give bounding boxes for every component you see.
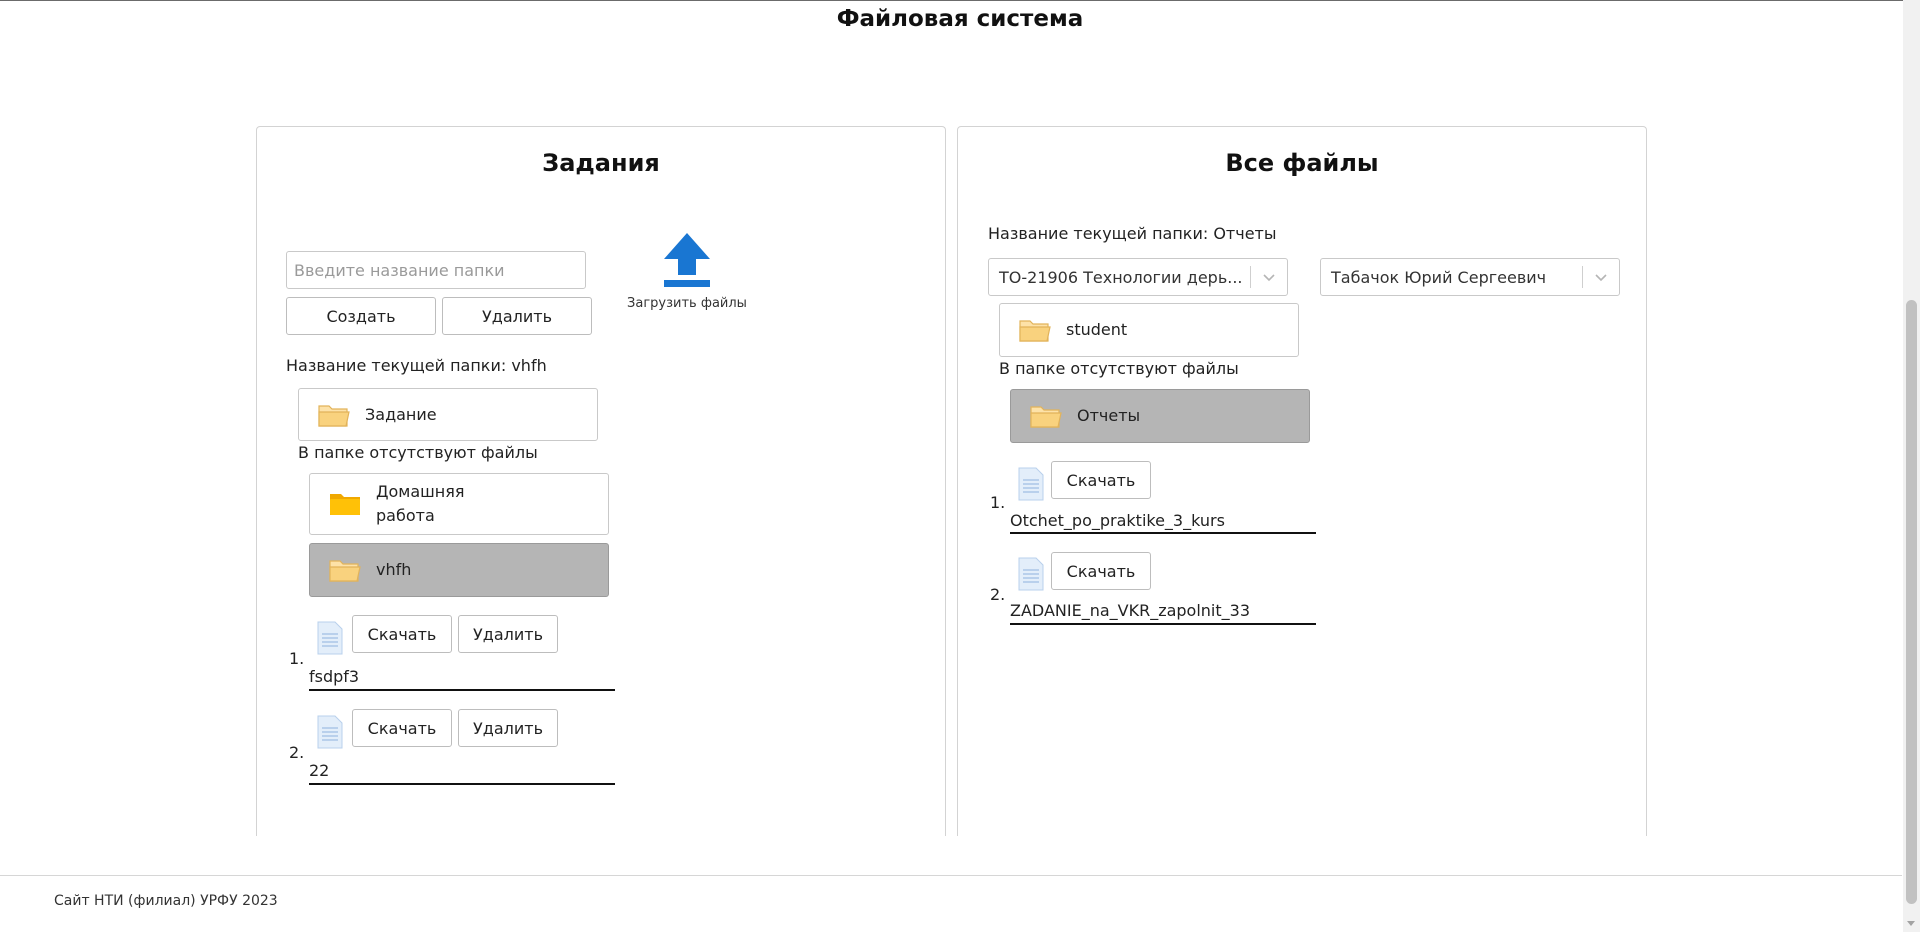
file-name: Otchet_po_praktike_3_kurs bbox=[1010, 511, 1225, 530]
teacher-select-value: Табачок Юрий Сергеевич bbox=[1331, 267, 1547, 287]
document-icon bbox=[1018, 467, 1044, 501]
chevron-down-icon bbox=[1583, 273, 1619, 282]
delete-folder-button[interactable]: Удалить bbox=[442, 297, 592, 335]
footer-divider bbox=[0, 875, 1902, 876]
file-number: 2. bbox=[289, 743, 305, 762]
document-icon bbox=[317, 715, 343, 749]
file-underline bbox=[309, 689, 615, 691]
file-number: 1. bbox=[990, 493, 1006, 512]
delete-file-button[interactable]: Удалить bbox=[458, 615, 558, 653]
top-border bbox=[0, 0, 1920, 1]
folder-outline-icon bbox=[1019, 320, 1051, 342]
current-folder-label: Название текущей папки: Отчеты bbox=[988, 224, 1277, 243]
file-underline bbox=[1010, 623, 1316, 625]
file-name: ZADANIE_na_VKR_zapolnit_33 bbox=[1010, 601, 1250, 620]
download-button[interactable]: Скачать bbox=[1051, 552, 1151, 590]
current-folder-label: Название текущей папки: vhfh bbox=[286, 356, 547, 375]
folder-item-zadanie[interactable]: Задание bbox=[298, 388, 598, 441]
folder-icon bbox=[330, 494, 360, 515]
folder-outline-icon bbox=[329, 560, 361, 582]
download-button[interactable]: Скачать bbox=[352, 709, 452, 747]
file-underline bbox=[309, 783, 615, 785]
empty-folder-text: В папке отсутствуют файлы bbox=[999, 359, 1239, 378]
document-icon bbox=[317, 621, 343, 655]
file-name: 22 bbox=[309, 761, 330, 780]
empty-folder-text: В папке отсутствуют файлы bbox=[298, 443, 538, 462]
footer-text: Сайт НТИ (филиал) УРФУ 2023 bbox=[54, 893, 278, 909]
folder-name-input[interactable] bbox=[286, 251, 586, 289]
tasks-panel: Задания Создать Удалить Загрузить файлы … bbox=[256, 126, 946, 836]
folder-name: Задание bbox=[365, 404, 437, 424]
group-select-value: ТО-21906 Технологии дерь... bbox=[999, 267, 1243, 287]
upload-icon bbox=[664, 233, 710, 287]
folder-item-reports[interactable]: Отчеты bbox=[1010, 389, 1310, 443]
page-title: Файловая система bbox=[836, 6, 1084, 32]
all-files-panel-title: Все файлы bbox=[1225, 149, 1379, 177]
scrollbar-thumb[interactable] bbox=[1906, 300, 1917, 904]
file-number: 1. bbox=[289, 649, 305, 668]
all-files-panel: Все файлы Название текущей папки: Отчеты… bbox=[957, 126, 1647, 836]
download-button[interactable]: Скачать bbox=[1051, 461, 1151, 499]
delete-file-button[interactable]: Удалить bbox=[458, 709, 558, 747]
folder-name: Домашняя работа bbox=[376, 482, 465, 525]
download-button[interactable]: Скачать bbox=[352, 615, 452, 653]
create-folder-button[interactable]: Создать bbox=[286, 297, 436, 335]
group-select[interactable]: ТО-21906 Технологии дерь... bbox=[988, 258, 1288, 296]
tasks-panel-title: Задания bbox=[542, 149, 660, 177]
page-scrollbar[interactable] bbox=[1903, 0, 1920, 932]
folder-name: student bbox=[1066, 320, 1128, 339]
file-underline bbox=[1010, 532, 1316, 534]
scroll-down-arrow-icon[interactable] bbox=[1907, 921, 1915, 926]
file-number: 2. bbox=[990, 585, 1006, 604]
folder-name: vhfh bbox=[376, 560, 412, 579]
upload-files-label: Загрузить файлы bbox=[627, 296, 747, 311]
folder-outline-icon bbox=[318, 404, 350, 427]
folder-outline-icon bbox=[1030, 406, 1062, 428]
document-icon bbox=[1018, 557, 1044, 591]
teacher-select[interactable]: Табачок Юрий Сергеевич bbox=[1320, 258, 1620, 296]
file-name: fsdpf3 bbox=[309, 667, 360, 686]
folder-item-vhfh[interactable]: vhfh bbox=[309, 543, 609, 597]
upload-files-button[interactable]: Загрузить файлы bbox=[617, 231, 757, 311]
folder-item-student[interactable]: student bbox=[999, 303, 1299, 357]
folder-name: Отчеты bbox=[1077, 406, 1141, 425]
folder-item-homework[interactable]: Домашняя работа bbox=[309, 473, 609, 535]
chevron-down-icon bbox=[1251, 273, 1287, 282]
